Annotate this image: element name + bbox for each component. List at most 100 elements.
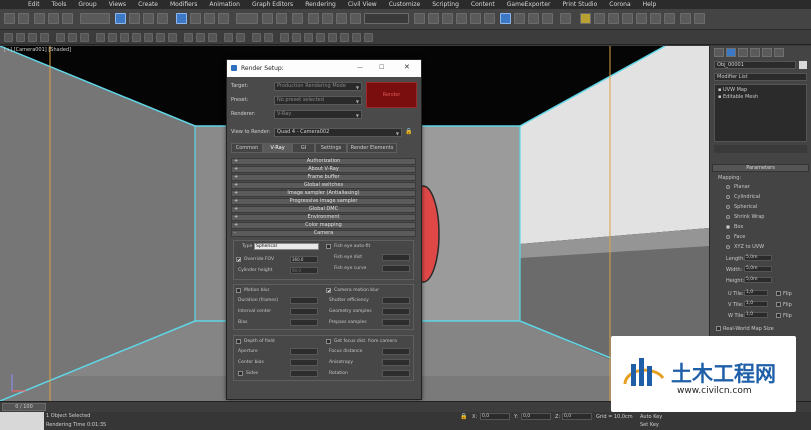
x-coord-field[interactable]: 0,0 (480, 413, 510, 420)
rollout-camera[interactable]: - Camera (231, 230, 416, 237)
redo-icon[interactable] (18, 13, 29, 24)
stack-item-editable-mesh[interactable]: ▪ Editable Mesh (718, 94, 758, 100)
target-dropdown[interactable]: Production Rendering Mode ▼ (274, 82, 362, 91)
geometry-samples-spinner[interactable] (382, 308, 410, 315)
v-flip-checkbox[interactable] (776, 302, 781, 307)
close-icon[interactable]: ✕ (404, 63, 410, 71)
uvw-map-icon[interactable] (292, 33, 301, 42)
aperture-spinner[interactable] (290, 348, 318, 355)
shutter-efficiency-spinner[interactable] (382, 297, 410, 304)
maxscript-listener-box[interactable] (0, 412, 44, 430)
render-button[interactable]: Render (366, 82, 417, 108)
rollout-color-mapping[interactable]: + Color mapping (231, 222, 416, 229)
render-production-icon[interactable] (542, 13, 553, 24)
bend-icon[interactable] (340, 33, 349, 42)
tab-render-elements[interactable]: Render Elements (347, 143, 397, 153)
angle-snap-icon[interactable] (322, 13, 333, 24)
target-camera-icon[interactable] (224, 33, 233, 42)
spot-light-icon[interactable] (264, 33, 273, 42)
v-tile-spinner[interactable]: 1,0 (744, 301, 768, 307)
edit-poly-icon[interactable] (280, 33, 289, 42)
stack-item-uvw-map[interactable]: ▪ UVW Map (718, 87, 747, 93)
menu-item-civil-view[interactable]: Civil View (342, 1, 383, 8)
menu-item-corona[interactable]: Corona (603, 1, 636, 8)
tab-vray[interactable]: V-Ray (263, 143, 292, 153)
display-tab-icon[interactable] (762, 48, 772, 57)
create-tab-icon[interactable] (714, 48, 724, 57)
real-world-map-size-checkbox[interactable] (716, 326, 721, 331)
fisheye-curve-spinner[interactable] (382, 265, 410, 272)
box-primitive-icon[interactable] (96, 33, 105, 42)
named-selection-set-field[interactable] (364, 13, 409, 24)
lathe-icon[interactable] (364, 33, 373, 42)
u-flip-checkbox[interactable] (776, 291, 781, 296)
menu-item-animation[interactable]: Animation (203, 1, 246, 8)
vray-proxy-icon[interactable] (650, 13, 661, 24)
rollout-progressive-sampler[interactable]: + Progressive image sampler (231, 198, 416, 205)
vray-environment-fog-icon[interactable] (80, 33, 89, 42)
menu-item-help[interactable]: Help (637, 1, 663, 8)
selection-filter-dropdown[interactable] (80, 13, 110, 24)
vray-material-icon[interactable] (4, 33, 13, 42)
menu-item-rendering[interactable]: Rendering (299, 1, 342, 8)
schematic-view-icon[interactable] (484, 13, 495, 24)
viewport-label[interactable]: [+] [Camera001] [Shaded] (4, 47, 71, 53)
material-editor-icon[interactable] (500, 13, 511, 24)
sides-checkbox[interactable] (238, 371, 243, 376)
prepass-samples-spinner[interactable] (382, 319, 410, 326)
vray-physical-camera-icon[interactable] (56, 33, 65, 42)
y-coord-field[interactable]: 0,0 (521, 413, 551, 420)
vray-light-mtl-icon[interactable] (16, 33, 25, 42)
vray-frame-buffer-icon[interactable] (580, 13, 591, 24)
fisheye-dist-spinner[interactable] (382, 254, 410, 261)
rollout-frame-buffer[interactable]: + Frame buffer (231, 174, 416, 181)
sides-spinner[interactable] (290, 370, 318, 377)
spinner-snap-icon[interactable] (350, 13, 361, 24)
circle-shape-icon[interactable] (196, 33, 205, 42)
vray-dome-icon[interactable] (636, 13, 647, 24)
cylinder-height-spinner[interactable]: 90.0 (290, 267, 318, 274)
curve-editor-icon[interactable] (470, 13, 481, 24)
object-name-field[interactable]: Obj_00001 (714, 61, 796, 69)
view-to-render-dropdown[interactable]: Quad 4 - Camera002 ▼ (274, 128, 402, 137)
free-camera-icon[interactable] (236, 33, 245, 42)
omni-light-icon[interactable] (252, 33, 261, 42)
vray-light-icon[interactable] (608, 13, 619, 24)
menu-item-graph-editors[interactable]: Graph Editors (246, 1, 299, 8)
mapping-box-radio[interactable] (726, 225, 730, 229)
line-shape-icon[interactable] (184, 33, 193, 42)
teapot-primitive-icon[interactable] (144, 33, 153, 42)
mapping-xyz-radio[interactable] (726, 245, 730, 249)
window-crossing-icon[interactable] (157, 13, 168, 24)
vray-fur-icon[interactable] (664, 13, 675, 24)
fisheye-autofit-checkbox[interactable] (326, 244, 331, 249)
u-tile-spinner[interactable]: 1,0 (744, 290, 768, 296)
keyboard-shortcut-icon[interactable] (292, 13, 303, 24)
select-and-move-icon[interactable] (176, 13, 187, 24)
auto-key-button[interactable]: Auto Key (640, 414, 662, 420)
torus-primitive-icon[interactable] (132, 33, 141, 42)
vray-2sided-icon[interactable] (40, 33, 49, 42)
rectangle-selection-icon[interactable] (143, 13, 154, 24)
shell-icon[interactable] (316, 33, 325, 42)
w-tile-spinner[interactable]: 1,0 (744, 312, 768, 318)
mirror-icon[interactable] (414, 13, 425, 24)
renderer-dropdown[interactable]: V-Ray ▼ (274, 110, 362, 119)
z-coord-field[interactable]: 0,0 (562, 413, 592, 420)
align-icon[interactable] (428, 13, 439, 24)
rotation-spinner[interactable] (382, 370, 410, 377)
duration-spinner[interactable] (290, 297, 318, 304)
vray-sun-icon[interactable] (622, 13, 633, 24)
lock-selection-icon[interactable]: 🔒 (460, 413, 467, 420)
rollout-image-sampler[interactable]: + Image sampler (Antialiasing) (231, 190, 416, 197)
w-flip-checkbox[interactable] (776, 313, 781, 318)
interval-center-spinner[interactable] (290, 308, 318, 315)
override-fov-spinner[interactable]: 360.0 (290, 256, 318, 263)
menu-item-print-studio[interactable]: Print Studio (556, 1, 603, 8)
minimize-icon[interactable]: — (357, 64, 363, 71)
symmetry-icon[interactable] (352, 33, 361, 42)
rollout-global-switches[interactable]: + Global switches (231, 182, 416, 189)
hierarchy-tab-icon[interactable] (738, 48, 748, 57)
select-manipulate-icon[interactable] (276, 13, 287, 24)
menu-item-group[interactable]: Group (72, 1, 102, 8)
